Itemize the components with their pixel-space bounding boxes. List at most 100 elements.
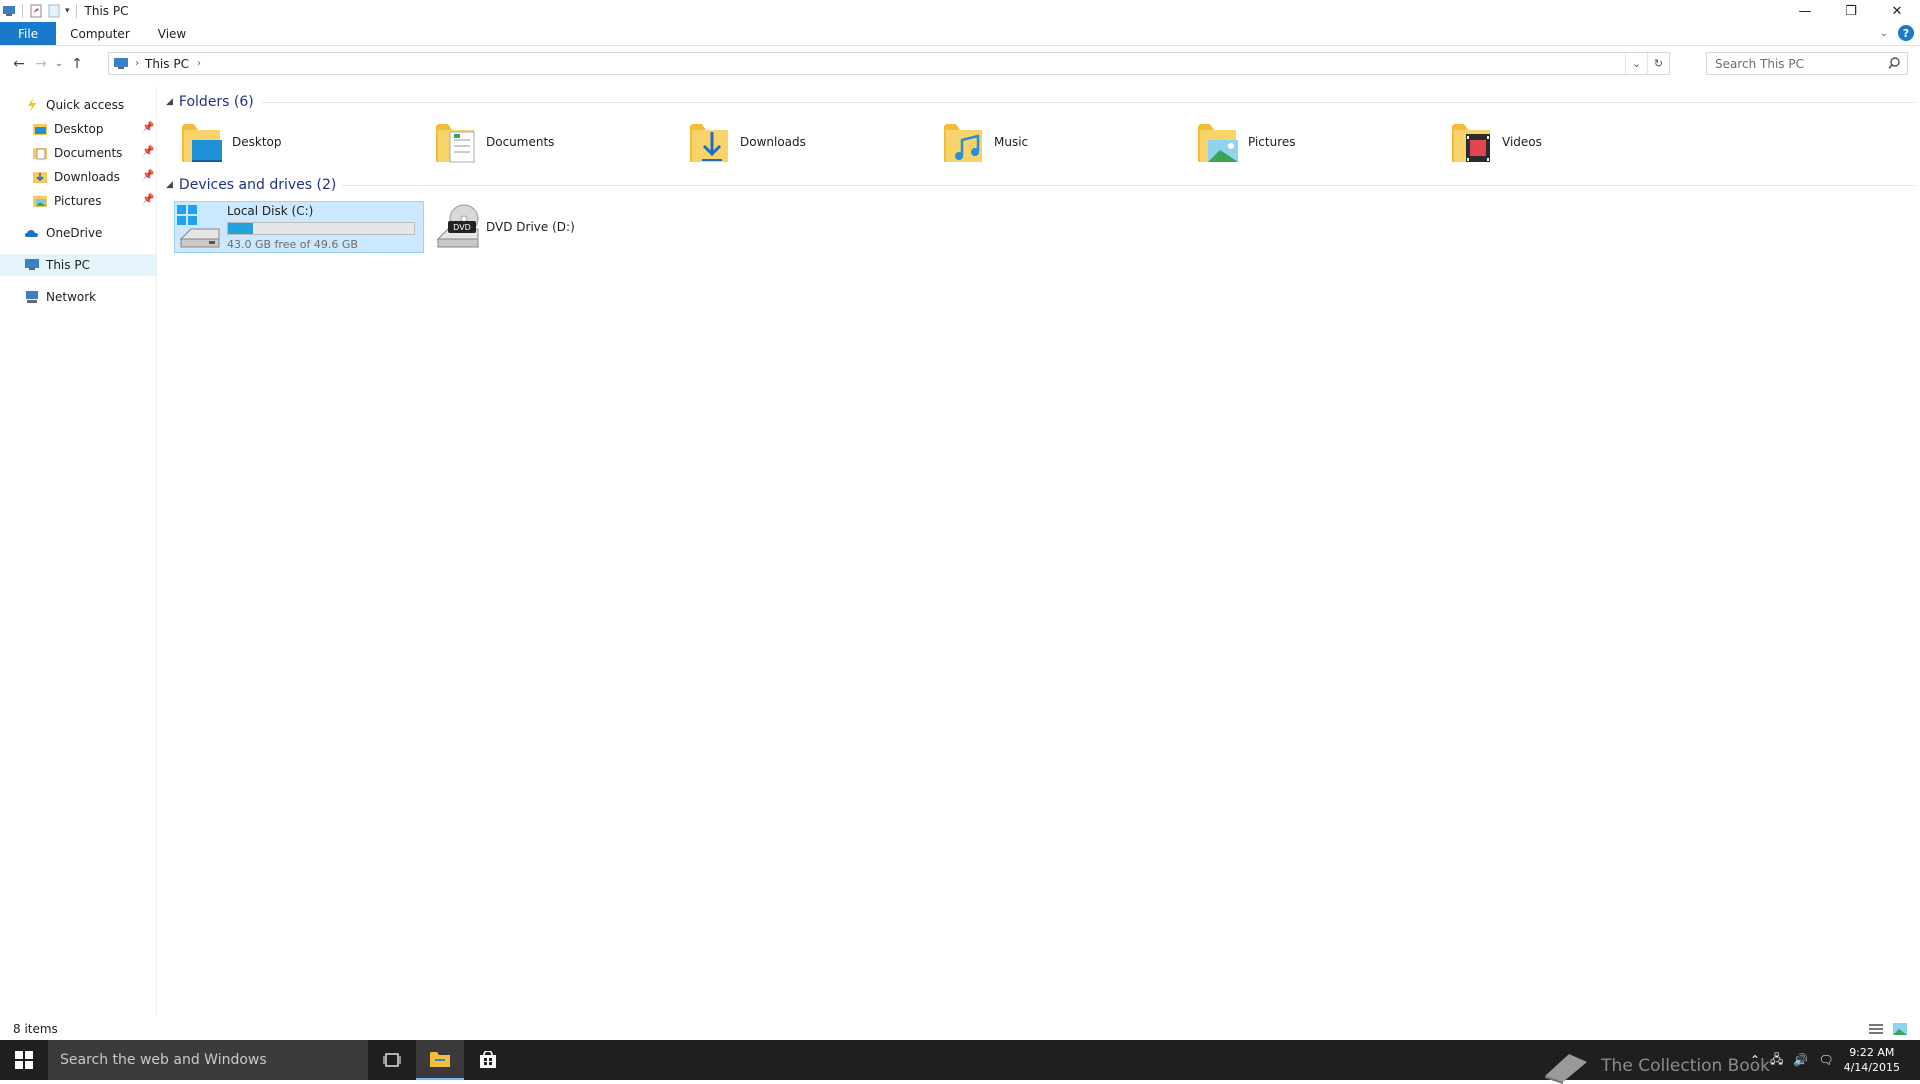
watermark-text: The Collection Book bbox=[1601, 1056, 1770, 1076]
drive-dvd-d[interactable]: DVD DVD Drive (D:) bbox=[434, 201, 634, 253]
devices-group-title: Devices and drives (2) bbox=[178, 177, 337, 193]
quick-access-toolbar: ▾ bbox=[0, 0, 79, 22]
tab-view[interactable]: View bbox=[144, 22, 200, 45]
minimize-button[interactable]: — bbox=[1782, 0, 1828, 22]
group-divider bbox=[342, 185, 1916, 186]
file-explorer-taskbar-button[interactable] bbox=[416, 1040, 464, 1080]
address-dropdown-icon[interactable]: ⌄ bbox=[1625, 53, 1647, 74]
windows-logo-icon bbox=[15, 1051, 33, 1069]
book-icon bbox=[1545, 1054, 1588, 1084]
network-icon bbox=[26, 291, 38, 303]
start-button[interactable] bbox=[0, 1040, 48, 1080]
details-view-icon[interactable] bbox=[1868, 1022, 1884, 1036]
nav-network-label: Network bbox=[46, 290, 97, 304]
store-icon bbox=[480, 1051, 496, 1068]
address-bar-controls: ⌄ ↻ bbox=[1625, 53, 1669, 74]
drive-label: DVD Drive (D:) bbox=[486, 220, 575, 234]
forward-button[interactable]: → bbox=[30, 53, 52, 75]
group-divider bbox=[262, 102, 1916, 103]
pin-icon[interactable]: 📌 bbox=[142, 170, 154, 181]
content-pane: ◢ Folders (6) Desktop Documents Download… bbox=[160, 86, 1920, 1016]
search-icon[interactable] bbox=[1887, 56, 1901, 70]
nav-this-pc[interactable]: This PC bbox=[0, 254, 156, 276]
pin-icon[interactable]: 📌 bbox=[142, 122, 154, 133]
folder-label: Music bbox=[994, 135, 1029, 149]
folder-documents[interactable]: Documents bbox=[434, 116, 674, 168]
drive-info: Local Disk (C:) 43.0 GB free of 49.6 GB bbox=[227, 204, 415, 251]
network-tray-icon[interactable]: 🖧 bbox=[1770, 1050, 1783, 1071]
up-button[interactable]: ↑ bbox=[66, 53, 88, 75]
properties-icon[interactable] bbox=[29, 4, 43, 18]
nav-item-label: Downloads bbox=[54, 170, 120, 184]
system-tray: ⌃ 🖧 🔊 🗨 9:22 AM 4/14/2015 bbox=[1750, 1040, 1920, 1080]
nav-item-documents[interactable]: Documents bbox=[32, 142, 122, 164]
status-bar: 8 items bbox=[0, 1018, 1920, 1040]
clock[interactable]: 9:22 AM 4/14/2015 bbox=[1844, 1045, 1900, 1075]
devices-group-header[interactable]: ◢ Devices and drives (2) bbox=[166, 175, 1916, 195]
ribbon-tabs: File Computer View ⌄ ? bbox=[0, 22, 1920, 46]
breadcrumb-chevron-icon[interactable]: › bbox=[197, 58, 201, 69]
breadcrumb-chevron-icon[interactable]: › bbox=[135, 58, 139, 69]
folder-label: Desktop bbox=[232, 135, 282, 149]
refresh-icon[interactable]: ↻ bbox=[1647, 53, 1669, 74]
new-folder-icon[interactable] bbox=[47, 4, 61, 18]
item-count: 8 items bbox=[13, 1022, 58, 1036]
address-row: ← → ⌄ ↑ › This PC › ⌄ ↻ Search This PC bbox=[0, 47, 1920, 81]
close-button[interactable]: ✕ bbox=[1874, 0, 1920, 22]
breadcrumb-this-pc[interactable]: This PC bbox=[145, 57, 189, 71]
nav-quick-access[interactable]: Quick access bbox=[24, 94, 124, 116]
window-controls: — ❐ ✕ bbox=[1782, 0, 1920, 22]
this-pc-icon bbox=[114, 57, 128, 69]
task-view-button[interactable] bbox=[368, 1040, 416, 1080]
nav-item-pictures[interactable]: Pictures bbox=[32, 190, 102, 212]
folder-downloads[interactable]: Downloads bbox=[688, 116, 928, 168]
recent-locations-button[interactable]: ⌄ bbox=[52, 53, 66, 75]
local-disk-icon bbox=[177, 205, 220, 248]
large-icons-view-icon[interactable] bbox=[1892, 1022, 1908, 1036]
this-pc-icon[interactable] bbox=[2, 4, 16, 18]
maximize-button[interactable]: ❐ bbox=[1828, 0, 1874, 22]
search-input[interactable]: Search This PC bbox=[1706, 52, 1908, 75]
folder-desktop[interactable]: Desktop bbox=[180, 116, 420, 168]
folder-pictures[interactable]: Pictures bbox=[1196, 116, 1436, 168]
desktop-folder-icon bbox=[182, 124, 222, 162]
downloads-folder-icon bbox=[690, 124, 728, 162]
nav-item-desktop[interactable]: Desktop bbox=[32, 118, 104, 140]
nav-item-downloads[interactable]: Downloads bbox=[32, 166, 120, 188]
folder-music[interactable]: Music bbox=[942, 116, 1182, 168]
tab-file[interactable]: File bbox=[0, 22, 57, 45]
nav-this-pc-label: This PC bbox=[46, 258, 90, 272]
quick-access-star-icon bbox=[28, 98, 36, 112]
dvd-badge: DVD bbox=[453, 223, 471, 232]
expand-ribbon-icon[interactable]: ⌄ bbox=[1880, 28, 1888, 39]
help-icon[interactable]: ? bbox=[1898, 25, 1914, 41]
nav-network[interactable]: Network bbox=[24, 286, 96, 308]
ribbon-right-controls: ⌄ ? bbox=[1880, 25, 1914, 41]
action-center-icon[interactable]: 🗨 bbox=[1818, 1053, 1833, 1067]
view-buttons bbox=[1868, 1022, 1908, 1036]
downloads-folder-icon bbox=[33, 172, 47, 183]
documents-folder-icon bbox=[33, 148, 47, 160]
volume-icon[interactable]: 🔊 bbox=[1793, 1053, 1808, 1067]
title-bar: ▾ This PC — ❐ ✕ bbox=[0, 0, 1920, 22]
collapse-triangle-icon[interactable]: ◢ bbox=[166, 180, 173, 190]
back-button[interactable]: ← bbox=[8, 53, 30, 75]
folders-group-header[interactable]: ◢ Folders (6) bbox=[166, 92, 1916, 112]
folder-videos[interactable]: Videos bbox=[1450, 116, 1690, 168]
show-hidden-icons-icon[interactable]: ⌃ bbox=[1750, 1053, 1760, 1067]
taskbar-search-input[interactable]: Search the web and Windows bbox=[48, 1040, 368, 1080]
drive-local-disk-c[interactable]: Local Disk (C:) 43.0 GB free of 49.6 GB bbox=[174, 201, 424, 253]
collapse-triangle-icon[interactable]: ◢ bbox=[166, 97, 173, 107]
pin-icon[interactable]: 📌 bbox=[142, 146, 154, 157]
nav-onedrive[interactable]: OneDrive bbox=[24, 222, 102, 244]
folders-group-title: Folders (6) bbox=[178, 94, 254, 110]
toolbar-separator bbox=[22, 4, 23, 18]
tab-computer[interactable]: Computer bbox=[56, 22, 144, 45]
store-taskbar-button[interactable] bbox=[464, 1040, 512, 1080]
capacity-bar bbox=[227, 221, 415, 235]
nav-item-label: Pictures bbox=[54, 194, 102, 208]
pin-icon[interactable]: 📌 bbox=[142, 194, 154, 205]
address-bar[interactable]: › This PC › ⌄ ↻ bbox=[108, 52, 1670, 75]
nav-item-label: Desktop bbox=[54, 122, 104, 136]
customize-toolbar-icon[interactable]: ▾ bbox=[65, 6, 70, 16]
